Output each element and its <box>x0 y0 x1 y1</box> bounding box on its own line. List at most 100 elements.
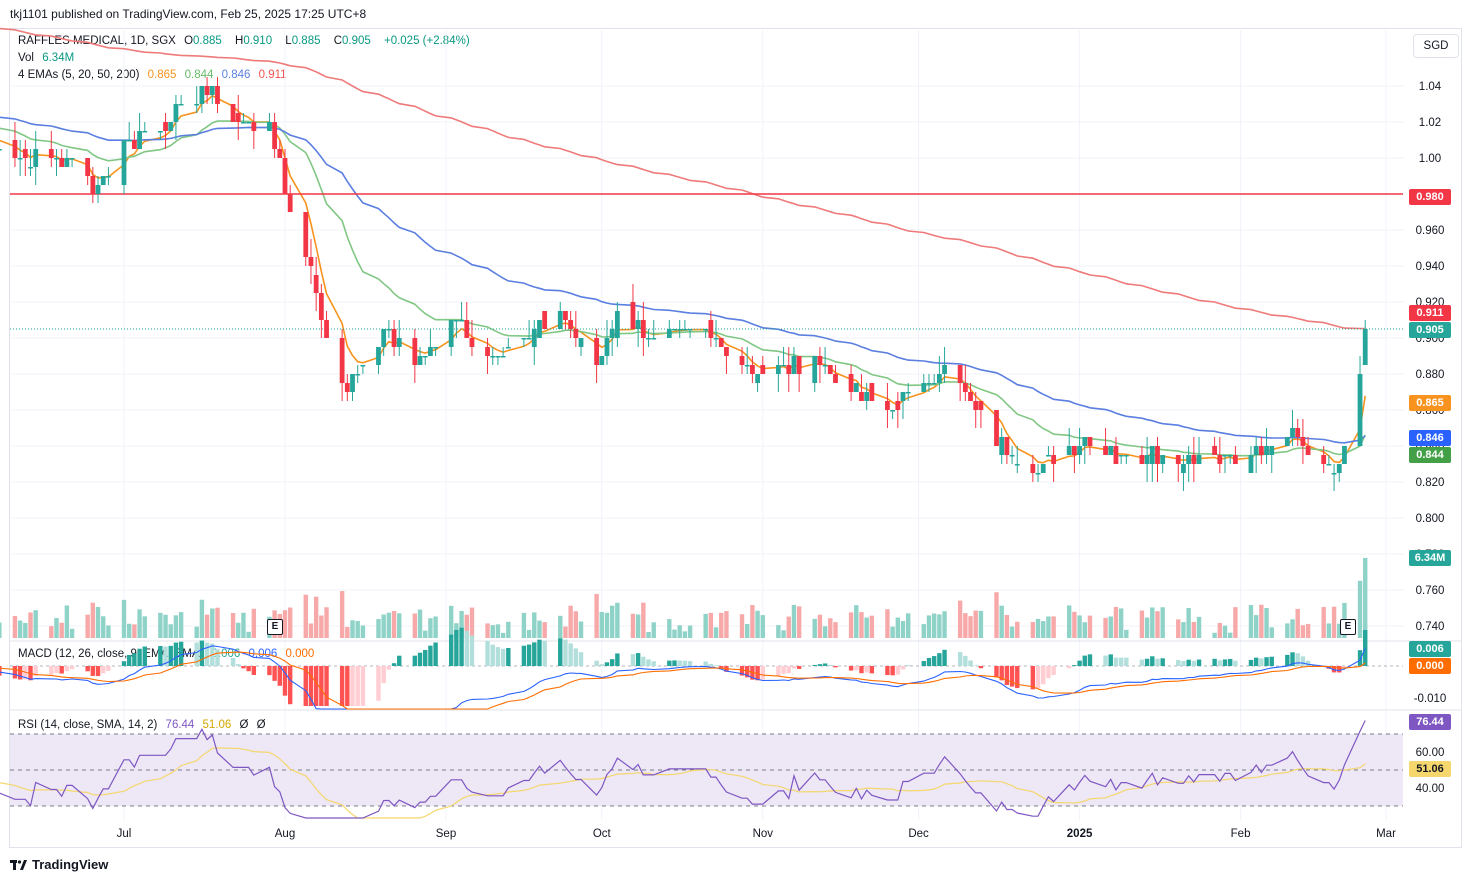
volume-bar <box>854 605 859 638</box>
candle-body <box>121 140 127 185</box>
candle-body <box>557 311 563 329</box>
macd-histogram-bar <box>822 663 828 666</box>
macd-histogram-bar <box>1035 666 1041 689</box>
candle-body <box>33 149 39 167</box>
candle-body <box>1175 455 1181 464</box>
rsi-tick-label: 40.00 <box>1416 783 1445 795</box>
macd-histogram-bar <box>848 666 854 671</box>
macd-histogram-bar <box>1155 658 1160 666</box>
earnings-marker-aug[interactable]: E <box>267 619 283 635</box>
macd-histogram-bar <box>1191 660 1197 666</box>
macd-histogram-bar <box>324 666 329 706</box>
macd-histogram-bar <box>812 664 817 666</box>
volume-bar <box>303 594 308 638</box>
candle-body <box>1196 455 1202 464</box>
volume-bar <box>755 610 760 638</box>
candle-body <box>324 320 329 338</box>
candle-body <box>381 329 387 347</box>
candle-body <box>417 356 423 365</box>
macd-signal-line <box>0 651 1366 710</box>
candle-body <box>1030 464 1036 473</box>
macd-histogram-bar <box>1295 653 1300 666</box>
volume-bar <box>1160 607 1165 638</box>
macd-histogram-bar <box>464 630 469 666</box>
candle-body <box>308 257 314 266</box>
candle-body <box>22 149 28 158</box>
macd-histogram-bar <box>132 653 137 666</box>
macd-histogram-bar <box>381 666 386 684</box>
candle-body <box>267 122 272 131</box>
candle-body <box>173 104 179 122</box>
macd-histogram-bar <box>900 666 906 670</box>
macd-histogram-bar <box>1196 659 1202 666</box>
volume-bar <box>573 611 579 638</box>
candle-body <box>194 104 200 106</box>
macd-histogram-bar <box>833 666 838 668</box>
volume-bar <box>106 625 111 638</box>
volume-bar <box>417 609 423 638</box>
candle-body <box>1336 464 1342 473</box>
candle-body <box>786 365 792 374</box>
candle-body <box>64 158 70 167</box>
macd-histogram-bar <box>1103 655 1108 666</box>
volume-bar <box>101 616 106 638</box>
macd-histogram-bar <box>895 666 901 675</box>
candle-body <box>1191 455 1197 464</box>
macd-histogram-bar <box>345 666 350 706</box>
macd-histogram-bar <box>173 642 179 666</box>
ema-50-line <box>0 116 1366 444</box>
candle-body <box>651 338 657 340</box>
macd-histogram-bar <box>1046 666 1051 679</box>
volume-bar <box>433 616 438 638</box>
volume-bar <box>236 622 241 638</box>
earnings-marker-feb[interactable]: E <box>1340 619 1356 635</box>
volume-bar <box>423 630 428 638</box>
volume-bar <box>308 623 314 638</box>
macd-histogram-bar <box>246 666 251 672</box>
macd-histogram-bar <box>537 639 542 666</box>
candle-body <box>1004 437 1010 455</box>
macd-histogram-bar <box>1357 650 1363 666</box>
candle-body <box>999 437 1005 455</box>
volume-bar <box>1004 615 1010 638</box>
macd-histogram-bar <box>1259 658 1264 666</box>
candle-body <box>563 311 568 320</box>
candle-body <box>921 383 927 392</box>
macd-histogram-bar <box>433 642 438 666</box>
volume-bar <box>796 606 802 638</box>
volume-bar <box>1300 625 1306 638</box>
candle-body <box>812 356 818 383</box>
volume-bar <box>890 626 895 638</box>
macd-histogram-bar <box>978 666 984 669</box>
candle-body <box>168 122 174 131</box>
volume-bar <box>713 627 719 638</box>
candle-body <box>1066 446 1072 455</box>
candle-body <box>848 374 854 392</box>
macd-histogram-bar <box>1186 659 1191 666</box>
candle-body <box>396 338 402 347</box>
candle-body <box>531 329 537 347</box>
volume-bar <box>1046 616 1051 638</box>
macd-histogram-bar <box>921 661 926 666</box>
price-tick-label: 0.740 <box>1416 621 1445 633</box>
volume-bar <box>708 612 714 638</box>
candle-body <box>869 383 875 401</box>
tradingview-brand: TradingView <box>32 857 109 872</box>
chart-canvas[interactable]: 1.041.021.000.9800.9600.9400.9200.9000.8… <box>0 0 1472 883</box>
macd-histogram-bar <box>69 666 75 670</box>
volume-bar <box>28 612 33 638</box>
candle-body <box>0 149 2 151</box>
candle-body <box>713 338 719 340</box>
volume-bar <box>251 608 257 638</box>
candle-body <box>235 113 241 122</box>
tradingview-logo[interactable]: TradingView <box>10 857 108 872</box>
macd-histogram-bar <box>230 657 236 666</box>
volume-bar <box>1357 580 1363 638</box>
macd-histogram-bar <box>713 665 719 666</box>
candle-body <box>54 158 59 160</box>
macd-histogram-bar <box>864 666 869 673</box>
volume-bar <box>973 610 978 638</box>
candle-body <box>750 365 755 374</box>
volume-bar <box>651 622 656 638</box>
ema5-price-badge: 0.865 <box>1409 395 1451 411</box>
